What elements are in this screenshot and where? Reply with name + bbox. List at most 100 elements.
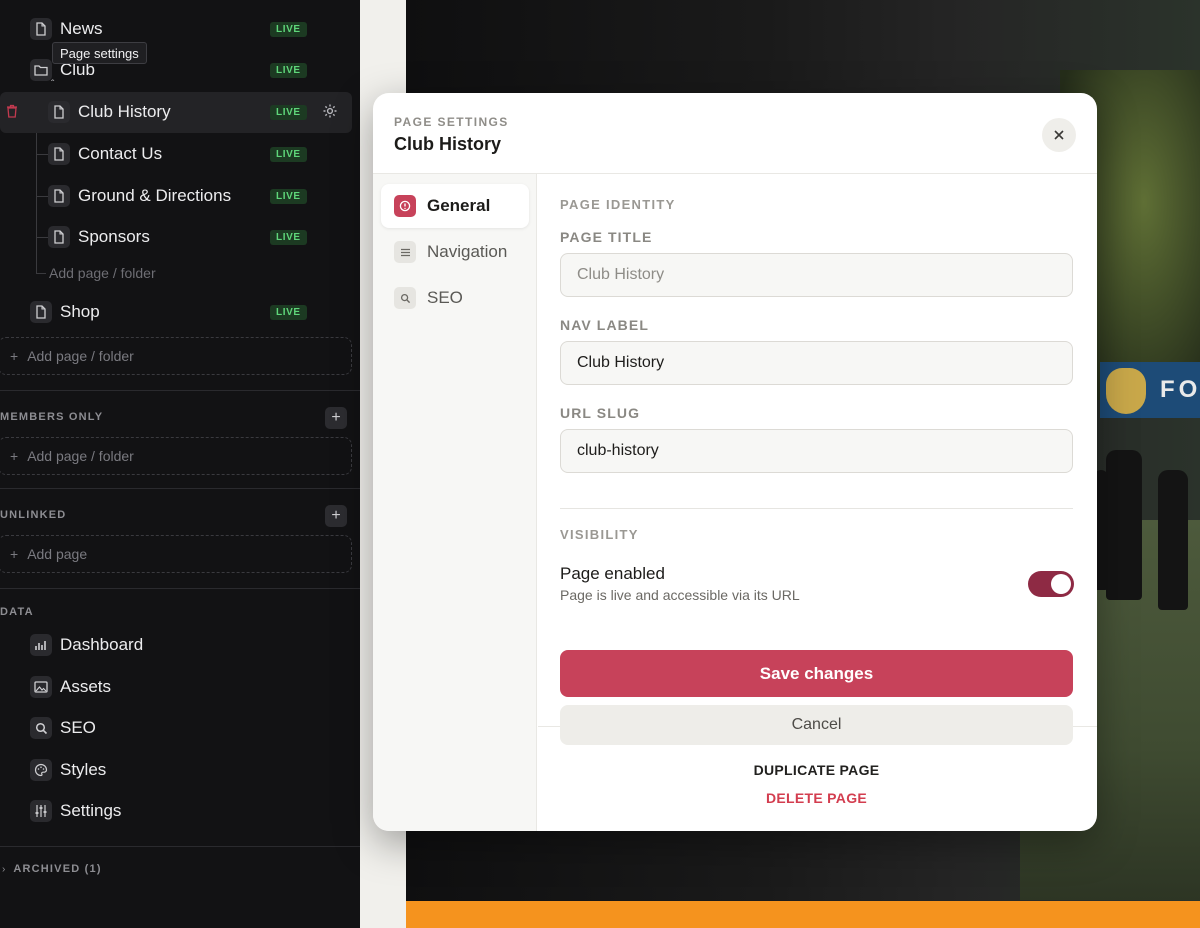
duplicate-page-button[interactable]: DUPLICATE PAGE — [560, 762, 1073, 778]
plus-icon: + — [10, 448, 19, 464]
plus-icon: + — [10, 546, 19, 562]
search-icon — [394, 287, 416, 309]
image-icon — [30, 676, 52, 698]
preview-player — [1158, 470, 1188, 610]
sidebar-item-label: News — [60, 19, 103, 38]
document-icon — [30, 18, 52, 40]
sidebar-item-label: Contact Us — [78, 144, 163, 163]
live-badge: LIVE — [270, 147, 307, 162]
page-title-label: PAGE TITLE — [560, 229, 653, 245]
sidebar-item-label: SEO — [60, 718, 96, 737]
tree-branch — [36, 196, 48, 197]
sidebar-item-assets[interactable]: Assets — [30, 676, 111, 698]
close-button[interactable] — [1042, 118, 1076, 152]
modal-header: PAGE SETTINGS Club History — [373, 93, 1097, 174]
sidebar-item-label: Club History — [78, 102, 171, 121]
delete-page-button[interactable]: DELETE PAGE — [560, 790, 1073, 806]
section-label-visibility: VISIBILITY — [560, 527, 639, 542]
sidebar-item-contact-us[interactable]: Contact Us LIVE — [48, 134, 307, 174]
page-enabled-subtitle: Page is live and accessible via its URL — [560, 587, 800, 603]
live-badge: LIVE — [270, 63, 307, 78]
sidebar-item-styles[interactable]: Styles — [30, 759, 106, 781]
modal-title: Club History — [394, 134, 502, 154]
page-settings-modal: PAGE SETTINGS Club History General Navig… — [373, 93, 1097, 831]
divider — [560, 508, 1073, 509]
tooltip: Page settings — [52, 42, 147, 64]
toggle-knob — [1051, 574, 1071, 594]
document-icon — [30, 301, 52, 323]
page-enabled-toggle[interactable] — [1028, 571, 1074, 597]
add-members-page-folder-button[interactable]: + Add page / folder — [0, 437, 352, 475]
tab-label: SEO — [427, 288, 463, 307]
sliders-icon — [30, 800, 52, 822]
add-page-folder-button[interactable]: + Add page / folder — [0, 337, 352, 375]
info-icon — [394, 195, 416, 217]
folder-icon — [30, 59, 52, 81]
add-unlinked-page-button[interactable]: + — [325, 505, 347, 527]
modal-kicker: PAGE SETTINGS — [394, 115, 509, 129]
document-icon — [48, 185, 70, 207]
club-crest — [1106, 368, 1146, 414]
document-icon — [48, 226, 70, 248]
tree-branch — [36, 273, 46, 274]
sidebar-item-settings[interactable]: Settings — [30, 800, 121, 822]
archived-toggle[interactable]: › ARCHIVED (1) — [2, 863, 102, 875]
sidebar-item-label: Dashboard — [60, 635, 144, 654]
sidebar-item-label: Styles — [60, 760, 107, 779]
live-badge: LIVE — [270, 230, 307, 245]
page-title-input[interactable] — [560, 253, 1073, 297]
bar-chart-icon — [30, 634, 52, 656]
tab-label: General — [427, 196, 491, 215]
live-badge: LIVE — [270, 189, 307, 204]
url-slug-label: URL SLUG — [560, 405, 641, 421]
sidebar-item-label: Settings — [60, 801, 122, 820]
divider — [0, 390, 360, 391]
tab-general[interactable]: General — [381, 184, 529, 228]
sidebar-item-label: Ground & Directions — [78, 186, 232, 205]
add-page-label: Add page — [27, 546, 88, 562]
sidebar-item-ground-directions[interactable]: Ground & Directions LIVE — [48, 176, 307, 216]
sidebar-item-label: Assets — [60, 677, 112, 696]
live-badge: LIVE — [270, 305, 307, 320]
cancel-button[interactable]: Cancel — [560, 705, 1073, 745]
tab-seo[interactable]: SEO — [381, 276, 529, 320]
nav-label-label: NAV LABEL — [560, 317, 649, 333]
divider — [0, 588, 360, 589]
tree-branch — [36, 154, 48, 155]
divider — [0, 488, 360, 489]
sidebar-item-label: Shop — [60, 302, 100, 321]
tab-navigation[interactable]: Navigation — [381, 230, 529, 274]
section-heading-unlinked: UNLINKED — [0, 509, 67, 521]
chevron-up-icon[interactable]: ˆ — [51, 79, 54, 90]
chevron-right-icon: › — [2, 863, 6, 875]
add-members-page-button[interactable]: + — [325, 407, 347, 429]
gear-icon[interactable] — [322, 103, 338, 124]
sidebar-item-dashboard[interactable]: Dashboard — [30, 634, 143, 656]
save-changes-button[interactable]: Save changes — [560, 650, 1073, 697]
add-page-label: Add page / folder — [27, 348, 134, 364]
search-icon — [30, 717, 52, 739]
preview-player — [1106, 450, 1142, 600]
tab-label: Navigation — [427, 242, 508, 261]
menu-icon — [394, 241, 416, 263]
palette-icon — [30, 759, 52, 781]
sidebar-item-club-history[interactable]: Club History LIVE — [48, 92, 307, 132]
sidebar: News LIVE Club LIVE ˆ Page settings Club… — [0, 0, 360, 928]
live-badge: LIVE — [270, 22, 307, 37]
url-slug-input[interactable] — [560, 429, 1073, 473]
document-icon — [48, 101, 70, 123]
add-page-folder-link[interactable]: Add page / folder — [49, 265, 156, 281]
sidebar-item-shop[interactable]: Shop LIVE — [30, 292, 307, 332]
add-unlinked-page-button-box[interactable]: + Add page — [0, 535, 352, 573]
document-icon — [48, 143, 70, 165]
close-icon — [1054, 130, 1064, 140]
preview-orange-bar — [406, 901, 1200, 928]
sidebar-item-sponsors[interactable]: Sponsors LIVE — [48, 217, 307, 257]
section-label-page-identity: PAGE IDENTITY — [560, 197, 676, 212]
trash-icon[interactable] — [6, 104, 18, 123]
section-heading-data: DATA — [0, 606, 34, 618]
tree-branch — [36, 237, 48, 238]
plus-icon: + — [10, 348, 19, 364]
sidebar-item-seo[interactable]: SEO — [30, 717, 96, 739]
nav-label-input[interactable] — [560, 341, 1073, 385]
